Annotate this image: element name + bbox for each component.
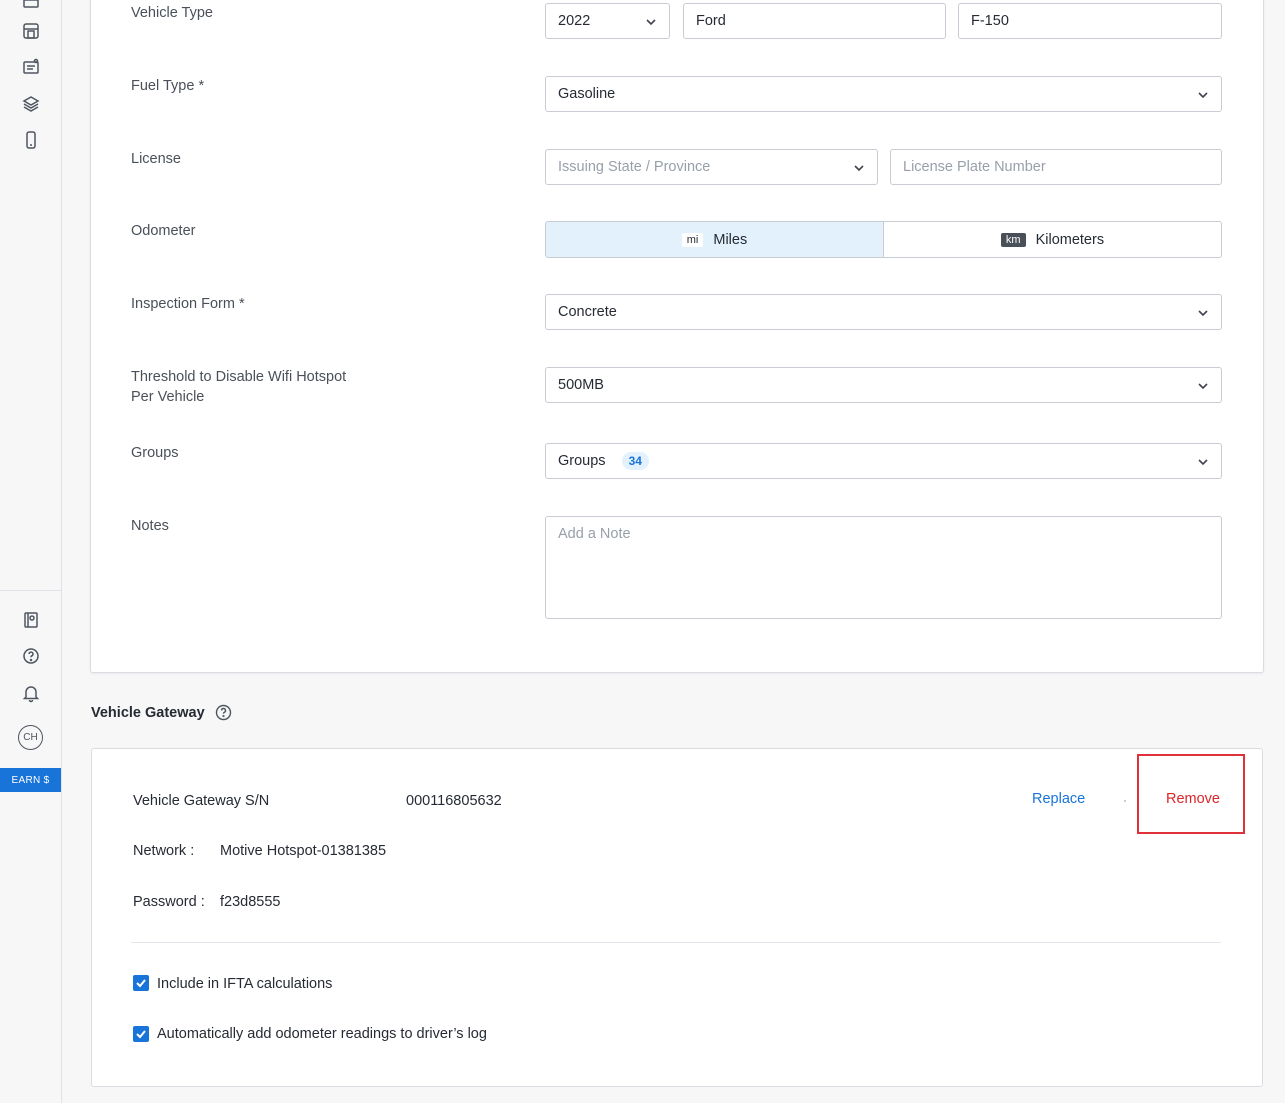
miles-label: Miles xyxy=(713,231,748,248)
earn-button[interactable]: EARN $ xyxy=(0,768,61,792)
km-tag: km xyxy=(1000,232,1026,247)
chevron-down-icon xyxy=(1197,380,1209,392)
fuel-type-select[interactable]: Gasoline xyxy=(545,76,1222,112)
inspection-form-value: Concrete xyxy=(558,304,617,320)
remove-highlight-box xyxy=(1137,754,1245,834)
odometer-label: Odometer xyxy=(131,223,196,239)
wifi-threshold-label: Threshold to Disable Wifi Hotspot Per Ve… xyxy=(131,367,346,407)
chevron-down-icon xyxy=(1197,456,1209,468)
groups-select[interactable]: Groups 34 xyxy=(545,443,1222,479)
ifta-label[interactable]: Include in IFTA calculations xyxy=(157,974,332,994)
help-icon[interactable] xyxy=(19,644,43,668)
separator-dot xyxy=(1124,800,1126,802)
network-label: Network : xyxy=(133,843,195,859)
odometer-unit-toggle: mi Miles km Kilometers xyxy=(545,221,1222,258)
model-value: F-150 xyxy=(971,13,1009,29)
make-input[interactable]: Ford xyxy=(683,3,946,39)
kilometers-option[interactable]: km Kilometers xyxy=(884,222,1221,257)
gateway-divider xyxy=(131,942,1221,943)
wifi-threshold-value: 500MB xyxy=(558,377,604,393)
license-plate-input[interactable]: License Plate Number xyxy=(890,149,1222,185)
miles-tag: mi xyxy=(681,232,704,247)
inspection-form-select[interactable]: Concrete xyxy=(545,294,1222,330)
store-icon[interactable] xyxy=(19,19,43,43)
chevron-down-icon xyxy=(645,16,657,28)
gateway-sn-value: 000116805632 xyxy=(406,793,502,809)
table-icon[interactable] xyxy=(19,0,43,12)
year-select[interactable]: 2022 xyxy=(545,3,670,39)
check-icon xyxy=(136,1030,146,1039)
vehicle-type-label: Vehicle Type xyxy=(131,5,213,21)
password-label: Password : xyxy=(133,894,205,910)
notes-label: Notes xyxy=(131,518,169,534)
question-circle-icon[interactable] xyxy=(215,704,232,721)
layers-icon[interactable] xyxy=(19,92,43,116)
fuel-type-value: Gasoline xyxy=(558,86,616,102)
vehicle-gateway-title: Vehicle Gateway xyxy=(91,704,232,721)
chevron-down-icon xyxy=(1197,307,1209,319)
map-book-icon[interactable] xyxy=(19,608,43,632)
odometer-log-label[interactable]: Automatically add odometer readings to d… xyxy=(157,1024,487,1044)
sidebar: CH EARN $ xyxy=(0,0,62,1103)
make-value: Ford xyxy=(696,13,726,29)
wifi-threshold-label-line1: Threshold to Disable Wifi Hotspot xyxy=(131,369,347,385)
chevron-down-icon xyxy=(853,162,865,174)
avatar[interactable]: CH xyxy=(18,725,43,750)
miles-option[interactable]: mi Miles xyxy=(546,222,884,257)
fuel-type-label: Fuel Type * xyxy=(131,78,205,94)
sidebar-divider xyxy=(0,590,62,591)
notes-textarea[interactable]: Add a Note xyxy=(545,516,1222,619)
replace-link[interactable]: Replace xyxy=(1032,791,1085,807)
password-value: f23d8555 xyxy=(220,894,281,910)
groups-count-badge: 34 xyxy=(621,452,649,470)
groups-label: Groups xyxy=(131,445,179,461)
check-icon xyxy=(136,979,146,988)
year-value: 2022 xyxy=(558,13,591,29)
inspection-form-label: Inspection Form * xyxy=(131,296,245,312)
kilometers-label: Kilometers xyxy=(1035,231,1105,248)
bell-icon[interactable] xyxy=(19,681,43,705)
wifi-threshold-select[interactable]: 500MB xyxy=(545,367,1222,403)
chevron-down-icon xyxy=(1197,89,1209,101)
document-icon[interactable] xyxy=(19,55,43,79)
issuing-state-select[interactable]: Issuing State / Province xyxy=(545,149,878,185)
odometer-log-checkbox[interactable] xyxy=(133,1026,149,1042)
gateway-sn-label: Vehicle Gateway S/N xyxy=(133,793,270,809)
network-value: Motive Hotspot-01381385 xyxy=(220,843,387,859)
model-input[interactable]: F-150 xyxy=(958,3,1222,39)
license-label: License xyxy=(131,151,181,167)
wifi-threshold-label-line2: Per Vehicle xyxy=(131,389,205,405)
issuing-state-placeholder: Issuing State / Province xyxy=(558,159,711,175)
ifta-checkbox[interactable] xyxy=(133,975,149,991)
device-icon[interactable] xyxy=(19,128,43,152)
license-plate-placeholder: License Plate Number xyxy=(903,159,1046,175)
groups-value: Groups xyxy=(558,453,606,469)
vehicle-gateway-title-text: Vehicle Gateway xyxy=(91,704,205,721)
